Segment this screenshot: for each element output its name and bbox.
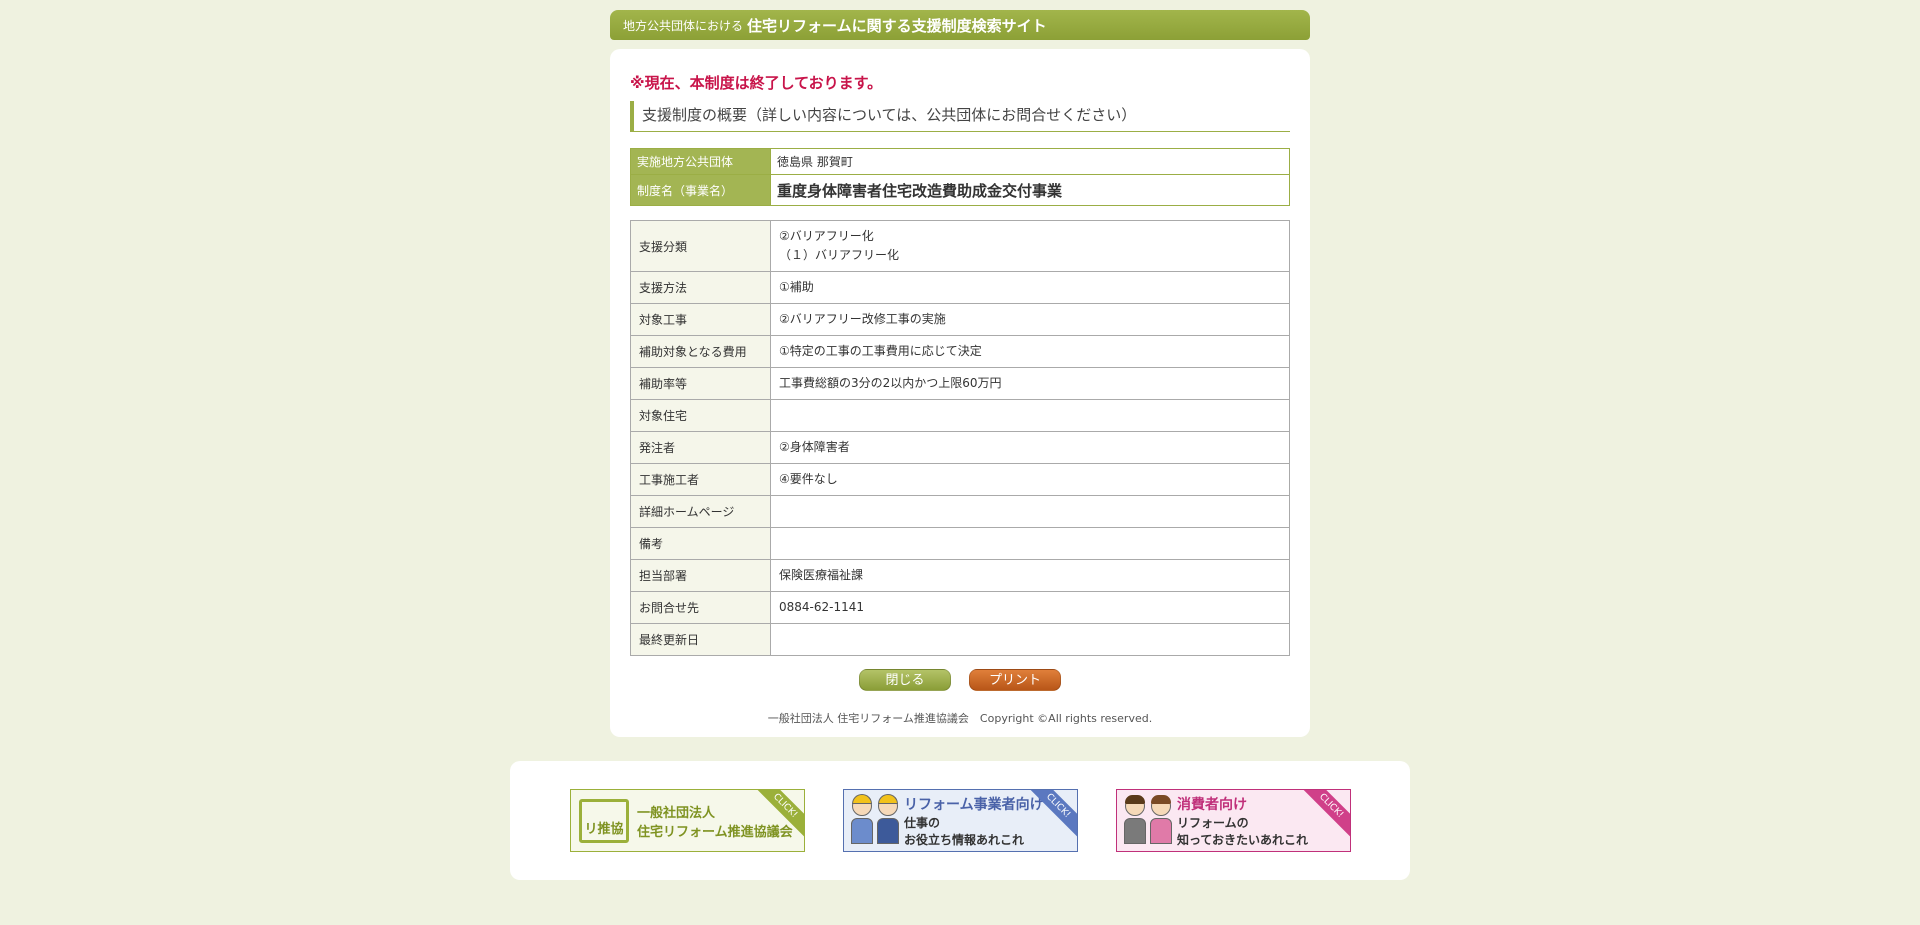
workers-icon	[850, 793, 900, 846]
site-header: 地方公共団体における 住宅リフォームに関する支援制度検索サイト	[610, 10, 1310, 40]
detail-label: 支援分類	[630, 220, 771, 272]
table-row: お問合せ先 0884-62-1141	[630, 591, 1290, 624]
site-subtitle: 地方公共団体における	[623, 18, 744, 33]
banner-line: 知っておきたいあれこれ	[1177, 832, 1309, 847]
detail-value	[770, 495, 1290, 528]
main-card: ※現在、本制度は終了しております。 支援制度の概要（詳しい内容については、公共団…	[610, 49, 1310, 737]
table-row: 補助率等 工事費総額の3分の2以内かつ上限60万円	[630, 367, 1290, 400]
table-row: 制度名（事業名） 重度身体障害者住宅改造費助成金交付事業	[630, 174, 1290, 206]
table-row: 補助対象となる費用 ①特定の工事の工事費用に応じて決定	[630, 335, 1290, 368]
association-logo-icon: リ推協	[579, 798, 629, 843]
ended-notice: ※現在、本制度は終了しております。	[630, 74, 883, 92]
banner-line: 一般社団法人	[637, 805, 716, 821]
banner-line: 消費者向け	[1177, 796, 1247, 813]
banner-line: お役立ち情報あれこれ	[904, 832, 1025, 847]
table-row: 実施地方公共団体 徳島県 那賀町	[630, 148, 1290, 175]
detail-value: ②バリアフリー改修工事の実施	[770, 303, 1290, 336]
detail-value: ①補助	[770, 271, 1290, 304]
table-row: 対象工事 ②バリアフリー改修工事の実施	[630, 303, 1290, 336]
table-row: 支援方法 ①補助	[630, 271, 1290, 304]
detail-value	[770, 623, 1290, 656]
detail-value: ①特定の工事の工事費用に応じて決定	[770, 335, 1290, 368]
info-value: 徳島県 那賀町	[770, 148, 1290, 175]
copyright: 一般社団法人 住宅リフォーム推進協議会 Copyright ©All right…	[767, 712, 1153, 725]
close-button[interactable]: 閉じる	[859, 669, 951, 691]
table-row: 工事施工者 ④要件なし	[630, 463, 1290, 496]
table-row: 担当部署 保険医療福祉課	[630, 559, 1290, 592]
business-banner[interactable]: リフォーム事業者向け 仕事の お役立ち情報あれこれ CLICK!	[843, 789, 1078, 852]
info-table: 実施地方公共団体 徳島県 那賀町 制度名（事業名） 重度身体障害者住宅改造費助成…	[630, 148, 1290, 206]
table-row: 最終更新日	[630, 623, 1290, 656]
banner-line: リフォームの	[1177, 815, 1249, 830]
detail-value: ②身体障害者	[770, 431, 1290, 464]
detail-label: 対象住宅	[630, 399, 771, 432]
detail-value: ②バリアフリー化 （１）バリアフリー化	[770, 220, 1290, 272]
table-row: 詳細ホームページ	[630, 495, 1290, 528]
info-label: 実施地方公共団体	[630, 148, 771, 175]
detail-value: ④要件なし	[770, 463, 1290, 496]
table-row: 備考	[630, 527, 1290, 560]
detail-label: 備考	[630, 527, 771, 560]
banner-line: リフォーム事業者向け	[904, 796, 1044, 813]
print-button[interactable]: プリント	[969, 669, 1061, 691]
detail-label: 発注者	[630, 431, 771, 464]
detail-label: 最終更新日	[630, 623, 771, 656]
detail-label: 対象工事	[630, 303, 771, 336]
detail-label: 詳細ホームページ	[630, 495, 771, 528]
section-heading: 支援制度の概要（詳しい内容については、公共団体にお問合せください）	[630, 101, 1290, 132]
detail-value: 工事費総額の3分の2以内かつ上限60万円	[770, 367, 1290, 400]
detail-value: 保険医療福祉課	[770, 559, 1290, 592]
detail-value: 0884-62-1141	[770, 591, 1290, 624]
table-row: 発注者 ②身体障害者	[630, 431, 1290, 464]
site-title: 住宅リフォームに関する支援制度検索サイト	[747, 16, 1047, 35]
detail-label: 補助対象となる費用	[630, 335, 771, 368]
detail-value	[770, 527, 1290, 560]
banner-line: 住宅リフォーム推進協議会	[637, 824, 793, 840]
detail-label: 担当部署	[630, 559, 771, 592]
support-category-line1: ②バリアフリー化	[779, 229, 874, 243]
detail-value	[770, 399, 1290, 432]
banner-line: 仕事の	[904, 815, 941, 830]
table-row: 対象住宅	[630, 399, 1290, 432]
table-row: 支援分類 ②バリアフリー化 （１）バリアフリー化	[630, 220, 1290, 272]
banner-area: リ推協 一般社団法人 住宅リフォーム推進協議会 CLICK! リフォーム事業者向…	[510, 761, 1410, 880]
detail-label: 補助率等	[630, 367, 771, 400]
detail-label: 工事施工者	[630, 463, 771, 496]
detail-label: 支援方法	[630, 271, 771, 304]
support-category-line2: （１）バリアフリー化	[779, 248, 900, 262]
association-banner[interactable]: リ推協 一般社団法人 住宅リフォーム推進協議会 CLICK!	[570, 789, 805, 852]
couple-icon	[1123, 794, 1173, 846]
detail-table: 支援分類 ②バリアフリー化 （１）バリアフリー化 支援方法 ①補助 対象工事 ②バリ…	[630, 220, 1290, 656]
detail-label: お問合せ先	[630, 591, 771, 624]
consumer-banner[interactable]: 消費者向け リフォームの 知っておきたいあれこれ CLICK!	[1116, 789, 1351, 852]
info-label: 制度名（事業名）	[630, 174, 771, 206]
program-name: 重度身体障害者住宅改造費助成金交付事業	[770, 174, 1290, 206]
